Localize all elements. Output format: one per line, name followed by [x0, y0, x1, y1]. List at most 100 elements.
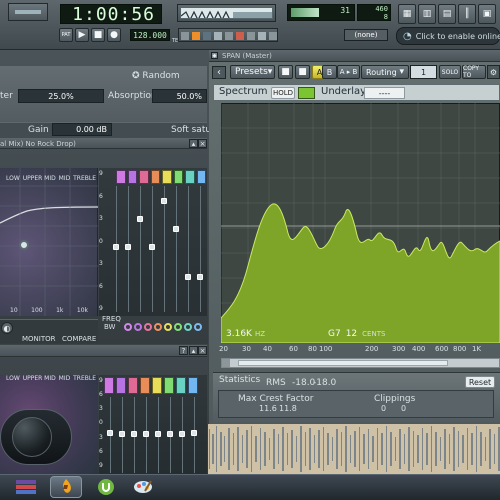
utorrent-icon[interactable]	[95, 477, 117, 497]
record-button[interactable]: ●	[107, 28, 121, 42]
left-row1-field[interactable]: 25.0%	[18, 89, 104, 103]
channel-rack-button[interactable]: ▤	[438, 4, 456, 24]
window-collapse-icon[interactable]: ▴	[189, 139, 198, 148]
band-knob-5[interactable]	[164, 323, 172, 331]
fader2-handle-2[interactable]	[119, 431, 125, 437]
band-knob-2[interactable]	[134, 323, 142, 331]
hold-color-swatch[interactable]	[298, 87, 315, 99]
fader2-handle-5[interactable]	[155, 431, 161, 437]
routing-value-field[interactable]: 1	[410, 65, 437, 79]
spectrum-scrollbar[interactable]	[221, 358, 500, 368]
band2-button-7[interactable]	[176, 377, 186, 394]
band2-button-3[interactable]	[128, 377, 138, 394]
band2-button-1[interactable]	[104, 377, 114, 394]
window-2-close-icon[interactable]: ×	[198, 346, 207, 355]
band2-button-5[interactable]	[152, 377, 162, 394]
preset-load-button[interactable]: ■	[295, 65, 310, 79]
fader2-handle-8[interactable]	[191, 430, 197, 436]
fader-handle-1[interactable]	[113, 244, 119, 250]
band-knob-1[interactable]	[124, 323, 132, 331]
band-button-5[interactable]	[162, 170, 172, 184]
band-knob-3[interactable]	[144, 323, 152, 331]
band-knob-8[interactable]	[194, 323, 202, 331]
fader-handle-4[interactable]	[149, 244, 155, 250]
band-button-3[interactable]	[139, 170, 149, 184]
band-button-1[interactable]	[116, 170, 126, 184]
mixer-button[interactable]: ║	[458, 4, 476, 24]
stop-button[interactable]: ■	[91, 28, 105, 42]
solo-button[interactable]: SOLO	[439, 65, 461, 79]
fader2-handle-4[interactable]	[143, 431, 149, 437]
band2-button-4[interactable]	[140, 377, 150, 394]
band-knob-4[interactable]	[154, 323, 162, 331]
output-device-field[interactable]: (none)	[344, 29, 388, 41]
band2-button-6[interactable]	[164, 377, 174, 394]
band-button-8[interactable]	[196, 170, 206, 184]
window-2-help-icon[interactable]: ?	[179, 346, 188, 355]
preset-save-button[interactable]: ■	[278, 65, 293, 79]
scrollbar-thumb[interactable]	[238, 360, 448, 366]
band2-button-8[interactable]	[188, 377, 198, 394]
ab-copy-button[interactable]: A ▸ B	[337, 65, 360, 79]
band-button-2[interactable]	[127, 170, 137, 184]
span-window-title: SPAN (Master)	[222, 52, 272, 60]
fader-handle-7[interactable]	[185, 274, 191, 280]
window-2-collapse-icon[interactable]: ▴	[189, 346, 198, 355]
fader-handle-3[interactable]	[137, 216, 143, 222]
settings-icon[interactable]: ⚙	[487, 65, 500, 79]
info-icon: ◔	[403, 30, 412, 42]
eq-window-2-titlebar	[0, 345, 207, 357]
fader-handle-2[interactable]	[125, 244, 131, 250]
tempo-display[interactable]: 128.000	[130, 29, 170, 41]
spectrum-tab[interactable]: Spectrum	[219, 86, 267, 97]
play-icon: ▶	[78, 30, 86, 40]
absorption-field[interactable]: 50.0%	[152, 89, 207, 103]
underlay-field[interactable]: ----	[364, 87, 405, 99]
fader2-handle-3[interactable]	[131, 431, 137, 437]
ab-b-button[interactable]: B	[322, 65, 337, 79]
x-tick-200: 200	[365, 345, 379, 353]
band2-button-2[interactable]	[116, 377, 126, 394]
band-knob-7[interactable]	[184, 323, 192, 331]
black-knob-icon[interactable]	[12, 417, 52, 457]
freq-readout: 3.16K HZ	[226, 329, 265, 339]
fader-handle-8[interactable]	[197, 274, 203, 280]
reset-button[interactable]: Reset	[465, 376, 495, 388]
eq-node-handle[interactable]	[19, 240, 29, 250]
band-knob-6[interactable]	[174, 323, 182, 331]
routing-value: 1	[420, 67, 427, 77]
fader-handle-6[interactable]	[173, 226, 179, 232]
pattern-mode-toggle[interactable]: PAT	[59, 28, 73, 42]
band-button-6[interactable]	[173, 170, 183, 184]
band-label-treble: TREBLE	[73, 175, 96, 182]
rms-right-value: -18.0	[313, 378, 337, 388]
paint-icon[interactable]	[131, 477, 155, 497]
browser-button[interactable]: ▣	[478, 4, 496, 24]
fader2-handle-1[interactable]	[107, 430, 113, 436]
fader2-handle-7[interactable]	[179, 431, 185, 437]
playlist-audio-clip[interactable]	[208, 424, 500, 474]
fader2-handle-6[interactable]	[167, 431, 173, 437]
gain-field[interactable]: 0.00 dB	[52, 123, 112, 136]
fader-handle-5[interactable]	[161, 198, 167, 204]
playlist-button[interactable]: ▦	[398, 4, 416, 24]
presets-button[interactable]: Presets ▾	[230, 65, 275, 79]
winrar-icon[interactable]	[13, 477, 39, 497]
online-news-bar[interactable]: ◔ Click to enable online news	[396, 27, 500, 45]
window-close-icon[interactable]: ×	[198, 139, 207, 148]
piano-roll-button[interactable]: ▥	[418, 4, 436, 24]
span-window-menu-icon[interactable]: ◆	[211, 52, 218, 59]
routing-button[interactable]: Routing ▾	[361, 65, 409, 79]
band-button-7[interactable]	[185, 170, 195, 184]
prev-preset-button[interactable]: ‹	[212, 66, 226, 79]
hold-button[interactable]: HOLD	[271, 87, 295, 99]
band-button-4[interactable]	[150, 170, 160, 184]
master-volume-slider[interactable]	[8, 3, 48, 21]
scrollbar-left-arrow[interactable]	[222, 359, 230, 367]
copy-to-button[interactable]: COPY TO	[462, 65, 486, 79]
monitor-icon[interactable]: ◐	[1, 322, 13, 334]
random-button[interactable]: ✪ Random	[132, 71, 180, 81]
play-button[interactable]: ▶	[75, 28, 89, 42]
readout-frequency-unit: HZ	[254, 330, 266, 338]
hold-label: HOLD	[272, 89, 294, 97]
